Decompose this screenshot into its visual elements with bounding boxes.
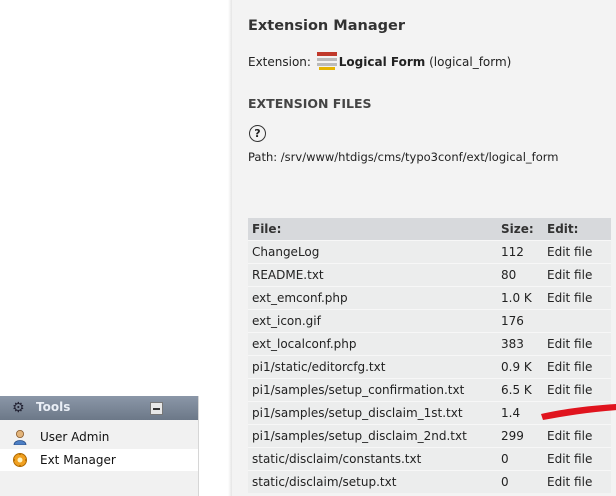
table-row: pi1/samples/setup_disclaim_2nd.txt 299 E… (248, 424, 611, 448)
table-row: ext_localconf.php 383 Edit file (248, 332, 611, 356)
file-name-cell: pi1/samples/setup_disclaim_2nd.txt (248, 424, 497, 448)
edit-file-link[interactable]: Edit file (543, 378, 611, 402)
table-row: ext_emconf.php 1.0 K Edit file (248, 286, 611, 310)
file-name-cell: pi1/samples/setup_confirmation.txt (248, 378, 497, 402)
extension-label: Extension: (248, 55, 311, 69)
edit-file-link[interactable]: Edit file (543, 424, 611, 448)
file-name-cell: static/disclaim/setup.txt (248, 470, 497, 493)
tools-panel: ⚙ Tools User Admin Ext Manager (0, 396, 199, 496)
file-size-cell: 112 (497, 240, 543, 264)
page-title: Extension Manager (248, 18, 405, 34)
column-header-size: Size: (497, 218, 543, 241)
file-name-cell: ChangeLog (248, 240, 497, 264)
file-size-cell: 1.0 K (497, 286, 543, 310)
file-name-cell: pi1/static/editorcfg.txt (248, 355, 497, 379)
menu-item-ext-manager[interactable]: Ext Manager (0, 449, 198, 471)
menu-item-user-admin[interactable]: User Admin (0, 426, 198, 448)
file-name-cell: ext_icon.gif (248, 309, 497, 333)
table-row: static/disclaim/setup.txt 0 Edit file (248, 470, 611, 493)
file-size-cell: 0.9 K (497, 355, 543, 379)
table-row: static/disclaim/constants.txt 0 Edit fil… (248, 447, 611, 471)
file-name-cell: ext_localconf.php (248, 332, 497, 356)
extension-icon (316, 52, 337, 70)
file-size-cell: 176 (497, 309, 543, 333)
tools-header-label: Tools (36, 400, 71, 414)
edit-file-link[interactable]: Edit file (543, 263, 611, 287)
file-name-cell: ext_emconf.php (248, 286, 497, 310)
file-size-cell: 1.4 (497, 401, 543, 425)
menu-item-label: User Admin (40, 430, 110, 444)
help-icon[interactable]: ? (249, 125, 266, 142)
edit-file-link[interactable]: Edit file (543, 286, 611, 310)
table-row: README.txt 80 Edit file (248, 263, 611, 287)
file-size-cell: 80 (497, 263, 543, 287)
file-size-cell: 0 (497, 470, 543, 493)
edit-file-cell-empty (543, 309, 611, 333)
column-header-file: File: (248, 218, 497, 241)
extension-name: Logical Form (338, 55, 426, 69)
file-size-cell: 383 (497, 332, 543, 356)
file-name-cell: static/disclaim/constants.txt (248, 447, 497, 471)
file-size-cell: 0 (497, 447, 543, 471)
ext-manager-icon (12, 452, 28, 468)
extension-key: (logical_form) (429, 55, 512, 69)
red-annotation-scribble (541, 404, 616, 420)
section-heading: EXTENSION FILES (248, 96, 372, 111)
extension-manager-panel: Extension Manager Extension: Logical For… (232, 0, 616, 496)
table-header-row: File: Size: Edit: (248, 218, 611, 241)
file-name-cell: README.txt (248, 263, 497, 287)
edit-file-link[interactable]: Edit file (543, 470, 611, 493)
edit-file-link[interactable]: Edit file (543, 332, 611, 356)
edit-file-link[interactable]: Edit file (543, 355, 611, 379)
collapse-icon[interactable] (150, 402, 163, 415)
tools-header[interactable]: ⚙ Tools (0, 396, 198, 420)
file-name-cell: pi1/samples/setup_disclaim_1st.txt (248, 401, 497, 425)
edit-file-link[interactable]: Edit file (543, 447, 611, 471)
table-row: ext_icon.gif 176 (248, 309, 611, 333)
edit-file-link[interactable]: Edit file (543, 240, 611, 264)
column-header-edit: Edit: (543, 218, 611, 241)
menu-item-label: Ext Manager (40, 453, 116, 467)
extension-path: Path: /srv/www/htdigs/cms/typo3conf/ext/… (248, 150, 559, 164)
file-size-cell: 6.5 K (497, 378, 543, 402)
table-row: ChangeLog 112 Edit file (248, 240, 611, 264)
extension-info: Extension: Logical Form (logical_form) (248, 52, 511, 70)
file-size-cell: 299 (497, 424, 543, 448)
table-row: pi1/samples/setup_confirmation.txt 6.5 K… (248, 378, 611, 402)
files-table: File: Size: Edit: ChangeLog 112 Edit fil… (248, 218, 611, 493)
tools-icon: ⚙ (12, 400, 25, 416)
user-admin-icon (13, 430, 27, 445)
table-row: pi1/static/editorcfg.txt 0.9 K Edit file (248, 355, 611, 379)
